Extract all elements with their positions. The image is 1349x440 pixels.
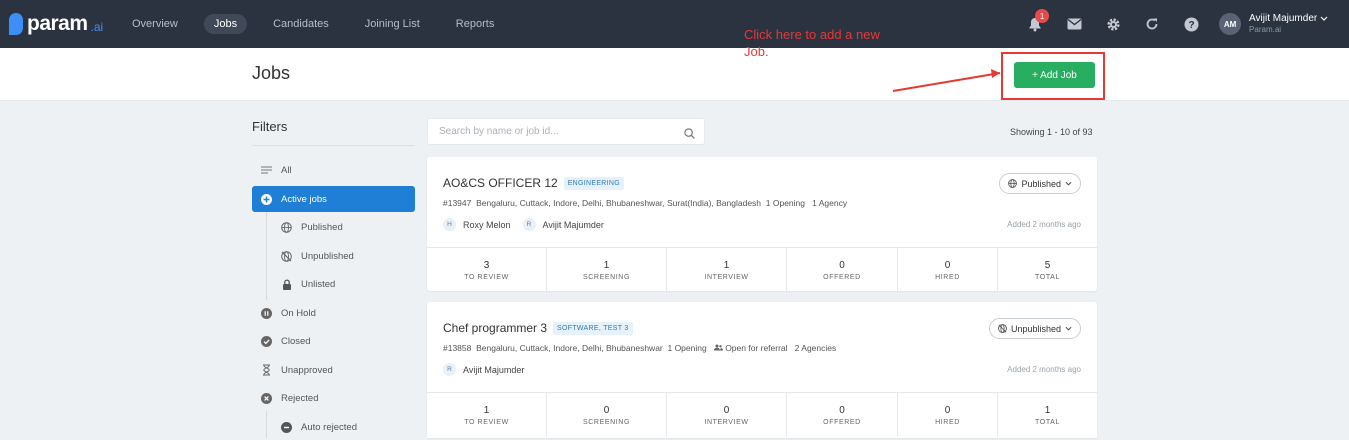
chevron-down-icon <box>1065 326 1072 331</box>
gear-icon[interactable] <box>1105 16 1121 32</box>
help-icon[interactable]: ? <box>1183 16 1199 32</box>
globe-off-icon <box>998 324 1007 333</box>
job-tag: SOFTWARE, TEST 3 <box>553 322 633 336</box>
annotation-text: Click here to add a new Job. <box>744 27 880 59</box>
globe-icon <box>281 221 292 233</box>
stat-to-review[interactable]: 3 TO REVIEW <box>427 248 547 292</box>
stat-interview[interactable]: 1 INTERVIEW <box>667 248 787 292</box>
nav-overview[interactable]: Overview <box>122 14 188 34</box>
nav-candidates[interactable]: Candidates <box>263 14 339 34</box>
stat-screening[interactable]: 1 SCREENING <box>547 248 667 292</box>
stat-to-review[interactable]: 1 TO REVIEW <box>427 393 547 437</box>
stat-hired[interactable]: 0 HIRED <box>898 248 998 292</box>
stat-hired[interactable]: 0 HIRED <box>898 393 998 437</box>
top-navbar: param .ai Overview Jobs Candidates Joini… <box>0 0 1349 48</box>
x-circle-icon <box>261 392 272 404</box>
job-added-time: Added 2 months ago <box>1007 365 1081 374</box>
filter-unlisted[interactable]: Unlisted <box>252 271 415 297</box>
pause-circle-icon <box>261 307 272 319</box>
minus-circle-icon <box>281 421 292 433</box>
job-search-box <box>427 118 705 145</box>
job-title[interactable]: Chef programmer 3 SOFTWARE, TEST 3 <box>443 321 633 336</box>
stat-offered[interactable]: 0 OFFERED <box>787 393 898 437</box>
stat-offered[interactable]: 0 OFFERED <box>787 248 898 292</box>
page-header: Jobs + Add Job <box>0 48 1349 101</box>
page-title: Jobs <box>252 63 291 83</box>
job-card: Chef programmer 3 SOFTWARE, TEST 3 #13858… <box>427 302 1097 438</box>
user-menu[interactable]: AM Avijit Majumder Param.ai <box>1219 13 1349 35</box>
mail-icon[interactable] <box>1066 16 1082 32</box>
add-job-button[interactable]: + Add Job <box>1014 62 1095 88</box>
job-title[interactable]: AO&CS OFFICER 12 ENGINEERING <box>443 176 625 191</box>
stat-interview[interactable]: 0 INTERVIEW <box>667 393 787 437</box>
hiring-manager-chip: H <box>443 218 456 231</box>
brand-name: param <box>27 12 88 35</box>
job-search-input[interactable] <box>439 119 679 144</box>
lock-icon <box>281 278 292 290</box>
job-tag: ENGINEERING <box>563 177 625 191</box>
filter-closed[interactable]: Closed <box>252 328 415 354</box>
filter-active-jobs[interactable]: Active jobs <box>252 186 415 212</box>
users-icon <box>713 344 723 351</box>
user-org: Param.ai <box>1249 25 1282 34</box>
stat-total[interactable]: 5 TOTAL <box>998 248 1097 292</box>
job-meta: #13947 Bengaluru, Cuttack, Indore, Delhi… <box>443 198 848 208</box>
job-status-dropdown[interactable]: Unpublished <box>988 318 1081 339</box>
filters-divider <box>252 145 414 146</box>
param-logo-icon <box>9 13 23 35</box>
filter-rejected[interactable]: Rejected <box>252 385 415 411</box>
list-icon <box>261 165 272 176</box>
refresh-icon[interactable] <box>1144 16 1160 32</box>
param-logo[interactable]: param .ai <box>9 12 103 36</box>
job-status-dropdown[interactable]: Published <box>999 173 1081 194</box>
filters-heading: Filters <box>252 119 288 134</box>
stat-screening[interactable]: 0 SCREENING <box>547 393 667 437</box>
filter-unpublished[interactable]: Unpublished <box>252 243 415 269</box>
filter-published[interactable]: Published <box>252 214 415 240</box>
job-pipeline-stats: 3 TO REVIEW 1 SCREENING 1 INTERVIEW 0 OFFERE… <box>427 247 1097 292</box>
job-pipeline-stats: 1 TO REVIEW 0 SCREENING 0 INTERVIEW 0 OFFERE… <box>427 392 1097 437</box>
filter-all[interactable]: All <box>252 157 415 183</box>
team-member-name: Roxy Melon <box>463 219 511 230</box>
job-team: R Avijit Majumder <box>443 363 536 376</box>
search-icon[interactable] <box>684 126 695 144</box>
svg-text:?: ? <box>1188 20 1194 31</box>
check-circle-icon <box>261 335 272 347</box>
nav-right-tools: 1 ? AM Avijit Majumder Param.ai <box>1027 0 1349 48</box>
filter-auto-rejected[interactable]: Auto rejected <box>252 414 415 440</box>
globe-off-icon <box>281 250 292 262</box>
chevron-down-icon <box>1320 16 1328 21</box>
nav-joining-list[interactable]: Joining List <box>355 14 430 34</box>
hourglass-icon <box>261 364 272 376</box>
globe-icon <box>1008 179 1018 188</box>
chevron-down-icon <box>1065 181 1072 186</box>
recruiter-chip: R <box>443 363 456 376</box>
job-team: H Roxy Melon R Avijit Majumder <box>443 218 616 231</box>
job-added-time: Added 2 months ago <box>1007 220 1081 229</box>
results-count: Showing 1 - 10 of 93 <box>1010 127 1093 137</box>
plus-circle-icon <box>261 193 272 205</box>
recruiter-chip: R <box>522 218 536 231</box>
main-nav: Overview Jobs Candidates Joining List Re… <box>122 14 520 34</box>
job-meta: #13858 Bengaluru, Cuttack, Indore, Delhi… <box>443 343 837 353</box>
team-member-name: Avijit Majumder <box>463 364 525 375</box>
filter-unapproved[interactable]: Unapproved <box>252 357 415 383</box>
stat-total[interactable]: 1 TOTAL <box>998 393 1097 437</box>
filter-on-hold[interactable]: On Hold <box>252 300 415 326</box>
bell-icon[interactable]: 1 <box>1027 9 1050 32</box>
user-name: Avijit Majumder <box>1249 13 1328 24</box>
add-job-highlight-box: + Add Job <box>1001 52 1105 100</box>
team-member-name: Avijit Majumder <box>542 219 604 230</box>
nav-jobs[interactable]: Jobs <box>203 14 248 34</box>
notification-badge: 1 <box>1035 9 1050 23</box>
brand-suffix: .ai <box>90 19 104 34</box>
avatar: AM <box>1219 13 1242 35</box>
nav-reports[interactable]: Reports <box>446 14 505 34</box>
job-card: AO&CS OFFICER 12 ENGINEERING #13947 Benga… <box>427 157 1097 292</box>
